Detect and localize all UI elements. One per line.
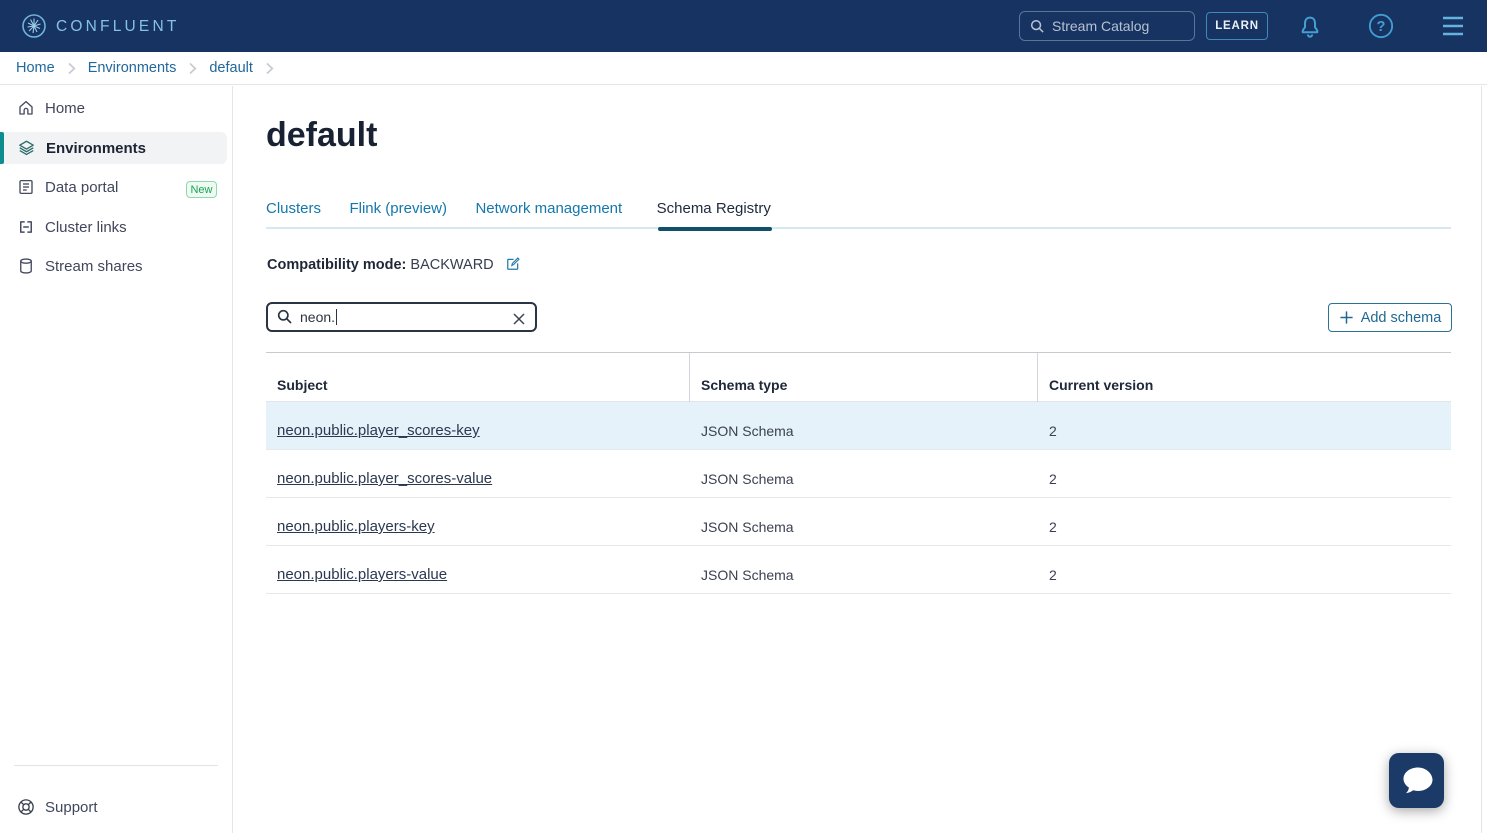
svg-text:?: ? (1377, 19, 1386, 35)
